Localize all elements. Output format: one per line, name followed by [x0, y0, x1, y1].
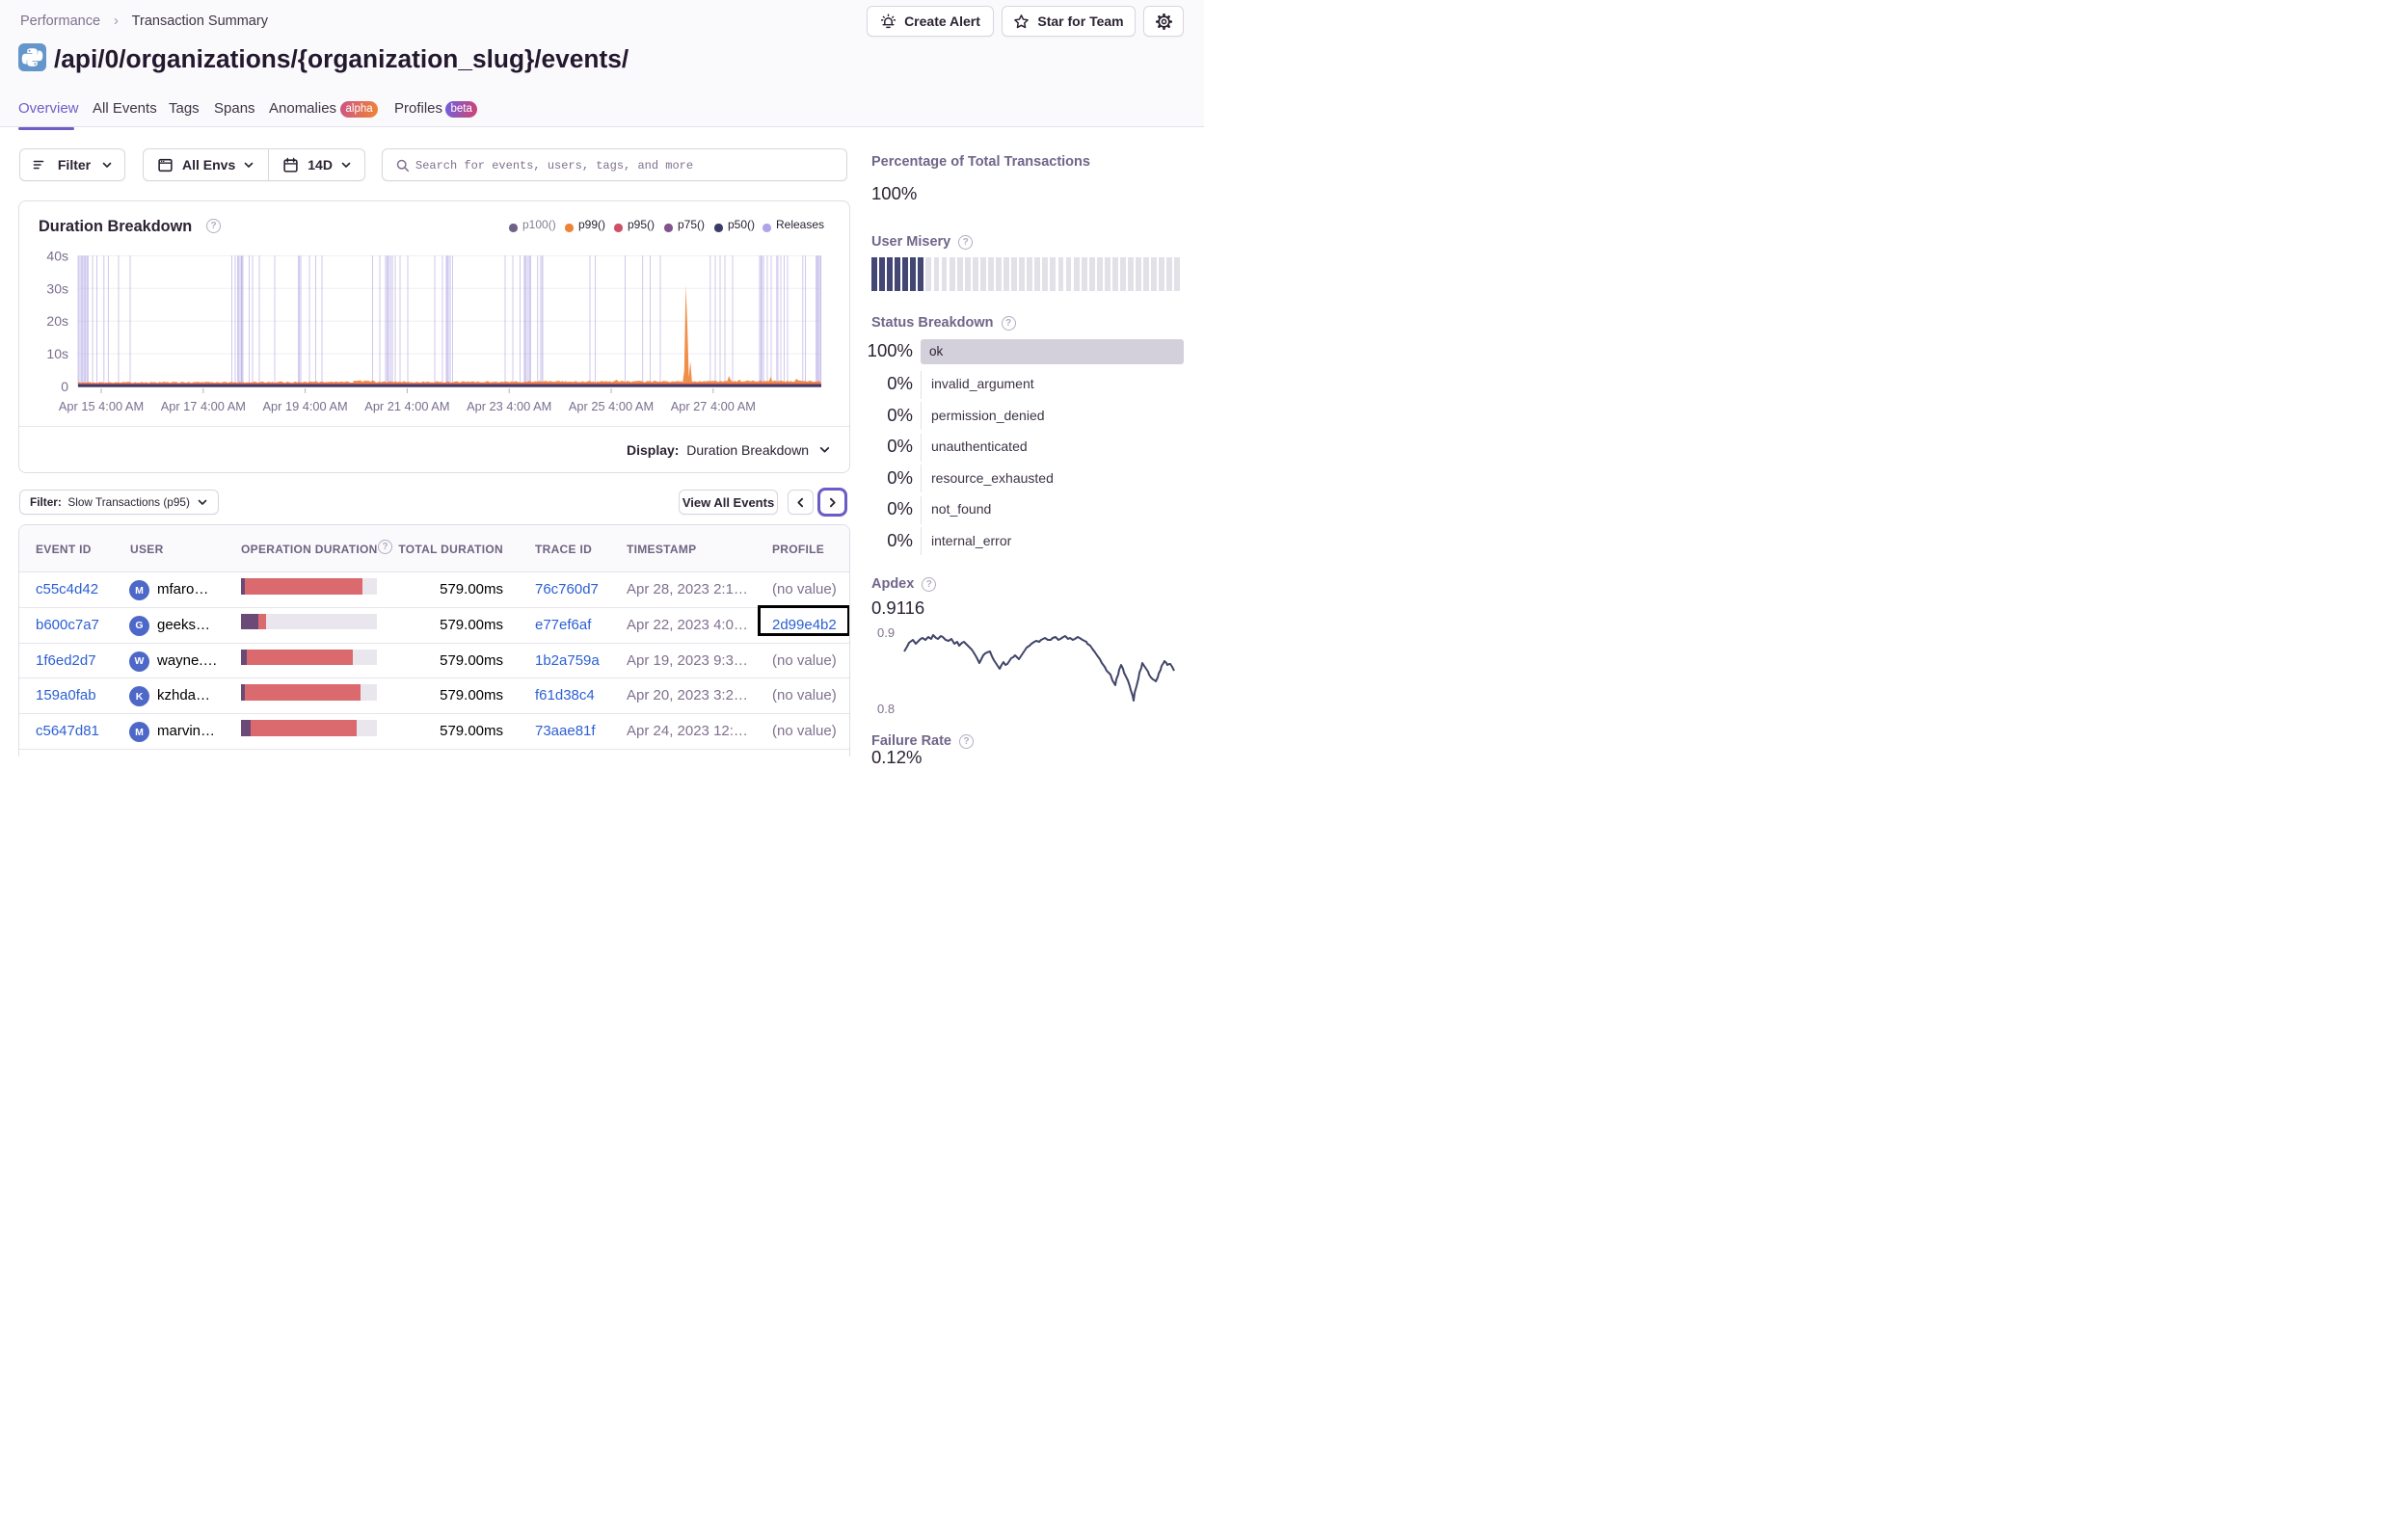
svg-text:Apr 27 4:00 AM: Apr 27 4:00 AM — [671, 399, 756, 413]
svg-text:20s: 20s — [46, 313, 68, 329]
svg-text:Apr 17 4:00 AM: Apr 17 4:00 AM — [161, 399, 246, 413]
svg-text:Apr 25 4:00 AM: Apr 25 4:00 AM — [569, 399, 654, 413]
svg-text:40s: 40s — [46, 248, 68, 263]
svg-text:Apr 15 4:00 AM: Apr 15 4:00 AM — [59, 399, 144, 413]
svg-text:Apr 23 4:00 AM: Apr 23 4:00 AM — [467, 399, 551, 413]
svg-text:30s: 30s — [46, 280, 68, 296]
svg-text:10s: 10s — [46, 346, 68, 361]
svg-text:0: 0 — [61, 379, 68, 394]
svg-text:Apr 19 4:00 AM: Apr 19 4:00 AM — [262, 399, 347, 413]
svg-text:Apr 21 4:00 AM: Apr 21 4:00 AM — [364, 399, 449, 413]
